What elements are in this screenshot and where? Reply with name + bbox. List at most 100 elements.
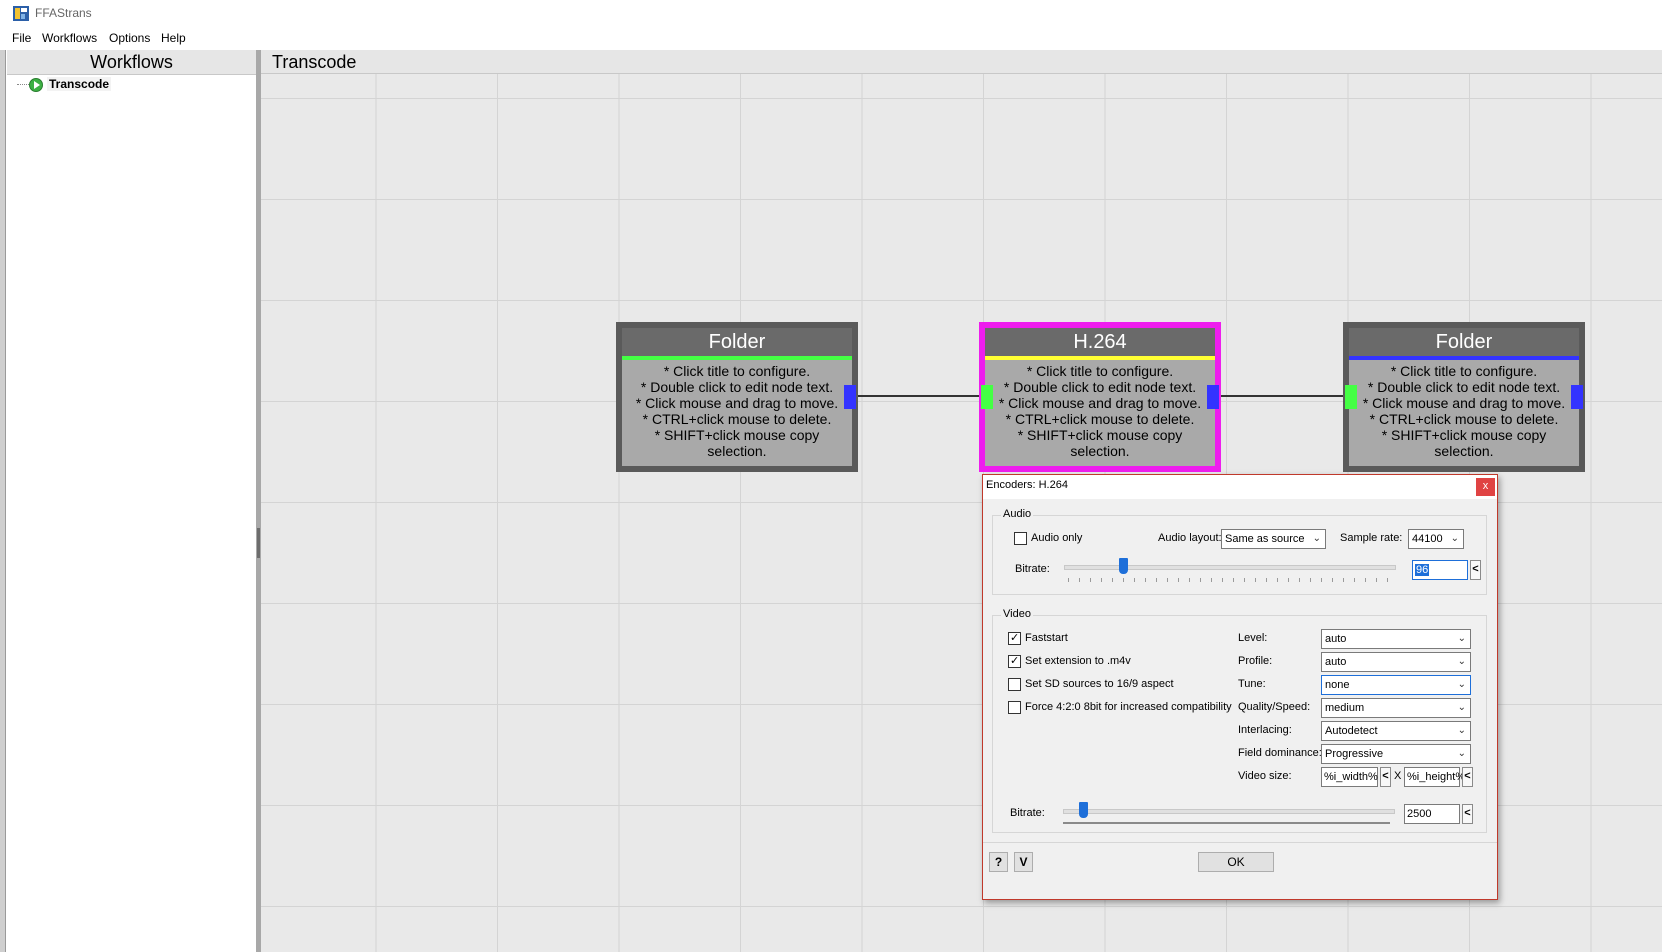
menu-bar: File Workflows Options Help [0,28,1662,50]
video-bitrate-nudge-button[interactable]: < [1462,804,1473,824]
menu-options[interactable]: Options [109,31,150,45]
faststart-label: Faststart [1025,632,1068,644]
node-folder-input[interactable]: Folder * Click title to configure. * Dou… [616,322,858,472]
node-text-line: * Double click to edit node text. [1003,379,1197,395]
node-text-line: * Double click to edit node text. [1367,379,1561,395]
video-bitrate-slider-thumb[interactable] [1079,802,1089,818]
video-bitrate-value: 2500 [1407,808,1432,820]
video-width-input[interactable]: %i_width% [1321,767,1378,787]
slider-ticks [1068,578,1394,582]
close-button[interactable]: x [1476,478,1495,496]
video-height-value: %i_height% [1407,771,1466,783]
ok-button[interactable]: OK [1198,852,1274,872]
audio-layout-select[interactable]: Same as source ⌄ [1221,529,1326,549]
menu-file[interactable]: File [12,31,31,45]
output-port[interactable] [1207,385,1219,409]
output-port[interactable] [844,385,856,409]
tree-connector [17,84,29,85]
node-text-line: * Click title to configure. [1026,363,1174,379]
splitter-grip[interactable] [257,528,260,558]
node-text: * Click title to configure. * Double cli… [1349,360,1579,459]
play-icon [29,78,43,92]
profile-label: Profile: [1238,655,1273,667]
force-420-label: Force 4:2:0 8bit for increased compatibi… [1025,701,1232,713]
audio-layout-label: Audio layout: [1158,532,1222,544]
node-text-line: selection. [1070,443,1130,459]
video-width-value: %i_width% [1324,771,1378,783]
audio-layout-value: Same as source [1225,533,1305,545]
node-text-line: selection. [707,443,767,459]
quality-speed-select[interactable]: medium ⌄ [1321,698,1471,718]
left-edge-strip [0,50,6,952]
v-button[interactable]: V [1014,852,1033,872]
output-port[interactable] [1571,385,1583,409]
chevron-down-icon: ⌄ [1312,533,1321,544]
sample-rate-select[interactable]: 44100 ⌄ [1408,529,1464,549]
node-text-line: * CTRL+click mouse to delete. [642,411,832,427]
node-text-line: * SHIFT+click mouse copy [1017,427,1183,443]
audio-bitrate-input[interactable]: 96 [1412,560,1468,580]
level-select[interactable]: auto ⌄ [1321,629,1471,649]
node-title[interactable]: Folder [622,328,852,356]
node-text-line: * CTRL+click mouse to delete. [1005,411,1195,427]
dialog-footer-separator [983,842,1497,843]
video-size-separator: X [1394,770,1402,782]
video-height-nudge-button[interactable]: < [1462,767,1473,787]
audio-bitrate-slider-thumb[interactable] [1118,558,1128,574]
chevron-down-icon: ⌄ [1450,533,1459,544]
video-width-nudge-button[interactable]: < [1380,767,1391,787]
node-connector [1220,395,1354,397]
help-button[interactable]: ? [989,852,1008,872]
video-size-label: Video size: [1238,770,1292,782]
sd-aspect-checkbox[interactable] [1008,678,1021,691]
force-420-checkbox[interactable] [1008,701,1021,714]
profile-value: auto [1325,656,1347,668]
field-dominance-select[interactable]: Progressive ⌄ [1321,744,1471,764]
faststart-checkbox[interactable] [1008,632,1021,645]
node-title[interactable]: Folder [1349,328,1579,356]
window-titlebar: FFAStrans [0,0,1662,28]
node-title[interactable]: H.264 [985,328,1215,356]
video-height-input[interactable]: %i_height% [1404,767,1465,787]
level-value: auto [1325,633,1347,645]
input-port[interactable] [981,385,993,409]
tune-label: Tune: [1238,678,1266,690]
workflows-panel-title: Workflows [7,50,256,75]
quality-speed-label: Quality/Speed: [1238,701,1311,713]
menu-help[interactable]: Help [161,31,186,45]
node-h264-encoder[interactable]: H.264 * Click title to configure. * Doub… [979,322,1221,472]
node-text-line: selection. [1434,443,1494,459]
audio-only-label: Audio only [1031,532,1083,544]
audio-bitrate-slider[interactable] [1064,565,1396,570]
interlacing-select[interactable]: Autodetect ⌄ [1321,721,1471,741]
m4v-extension-label: Set extension to .m4v [1025,655,1131,667]
tune-value: none [1325,679,1350,691]
field-dominance-value: Progressive [1325,748,1384,760]
node-text: * Click title to configure. * Double cli… [985,360,1215,459]
tune-select[interactable]: none ⌄ [1321,675,1471,695]
input-port[interactable] [1345,385,1357,409]
m4v-extension-checkbox[interactable] [1008,655,1021,668]
node-text-line: * Click mouse and drag to move. [998,395,1202,411]
canvas-header: Transcode [261,50,1662,74]
encoder-dialog: Encoders: H.264 x Audio Audio only Audio… [982,474,1498,900]
chevron-down-icon: ⌄ [1457,702,1466,713]
chevron-down-icon: ⌄ [1457,656,1466,667]
node-text-line: * SHIFT+click mouse copy [1381,427,1547,443]
node-text-line: * Click mouse and drag to move. [635,395,839,411]
dialog-titlebar[interactable]: Encoders: H.264 x [983,475,1497,499]
video-bitrate-slider[interactable] [1063,809,1395,814]
audio-bitrate-value: 96 [1415,564,1430,576]
node-folder-output[interactable]: Folder * Click title to configure. * Dou… [1343,322,1585,472]
node-body: Folder * Click title to configure. * Dou… [1349,328,1579,466]
menu-workflows[interactable]: Workflows [42,31,97,45]
audio-bitrate-label: Bitrate: [1015,563,1050,575]
audio-only-checkbox[interactable] [1014,532,1027,545]
video-bitrate-input[interactable]: 2500 [1404,804,1460,824]
profile-select[interactable]: auto ⌄ [1321,652,1471,672]
chevron-down-icon: ⌄ [1457,633,1466,644]
chevron-down-icon: ⌄ [1457,725,1466,736]
node-connector [857,395,991,397]
node-body: H.264 * Click title to configure. * Doub… [985,328,1215,466]
audio-bitrate-nudge-button[interactable]: < [1470,560,1481,580]
